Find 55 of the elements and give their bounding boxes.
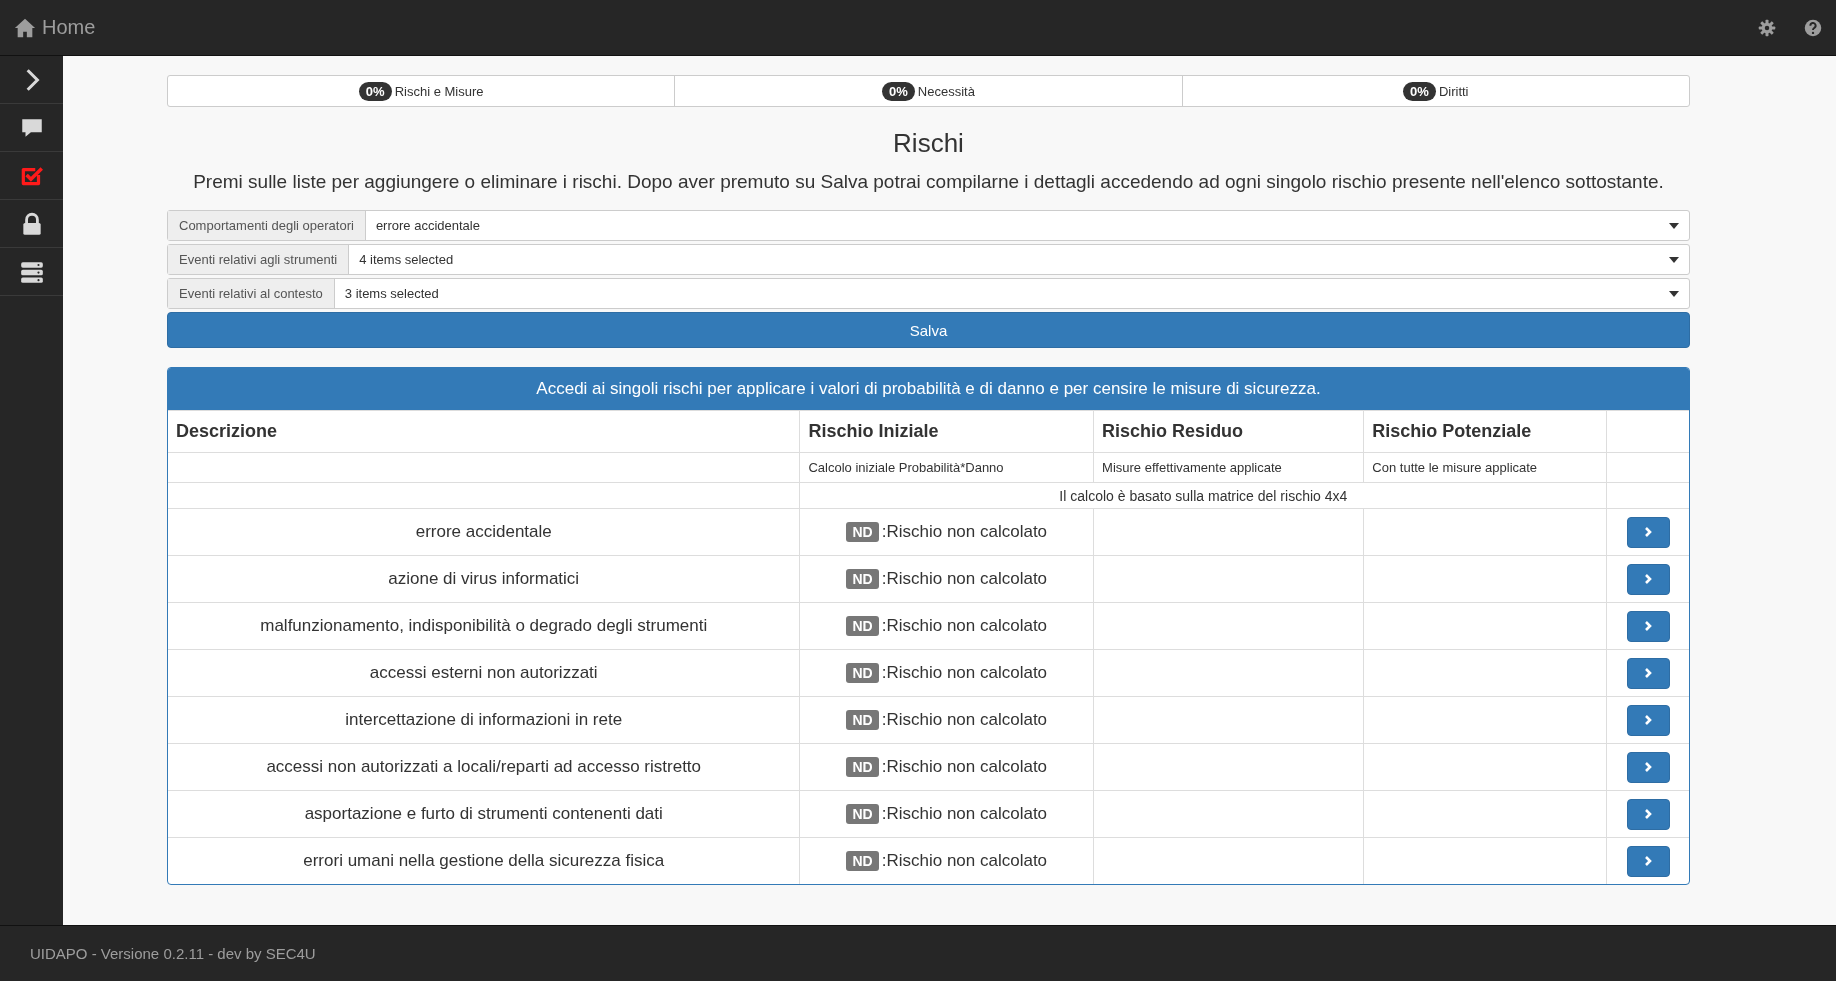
save-button[interactable]: Salva: [167, 312, 1690, 348]
risk-status: :Rischio non calcolato: [881, 710, 1048, 729]
table-cell: azione di virus informatici: [168, 555, 800, 603]
percent-badge: 0%: [1403, 81, 1436, 101]
percent-badge: 0%: [358, 81, 392, 101]
open-button[interactable]: [1626, 563, 1670, 595]
home-link[interactable]: Home: [14, 16, 96, 39]
table-cell: intercettazione di informazioni in rete: [168, 696, 800, 744]
footer-text: UIDAPO - Versione 0.2.11 - dev by SEC4U: [30, 945, 316, 962]
table-cell: errori umani nella gestione della sicurezza fisica: [168, 837, 800, 884]
nd-badge: ND: [846, 757, 879, 777]
panel-heading: Accedi ai singoli rischi per applicare i valori di probabilità e di danno e per censire le misure di sicurezza.: [168, 368, 1689, 410]
percent-badge: 0%: [882, 81, 915, 101]
column-header: Descrizione: [168, 410, 800, 453]
nd-badge: ND: [846, 522, 879, 542]
instructions-text: Premi sulle liste per aggiungere o eliminare i rischi. Dopo aver premuto su Salva potrai compilarne i dettagli accedendo ad ogni singolo rischio presente nell'elenco sottostante.: [192, 171, 1665, 193]
tab-label[interactable]: Rischi e Misure: [394, 83, 484, 99]
nd-badge: ND: [846, 851, 879, 871]
open-button[interactable]: [1626, 610, 1670, 642]
table-cell: asportazione e furto di strumenti contenenti dati: [168, 790, 800, 838]
open-button[interactable]: [1626, 657, 1670, 689]
risk-status: :Rischio non calcolato: [881, 851, 1048, 870]
table-cell: malfunzionamento, indisponibilità o degrado degli strumenti: [168, 602, 800, 650]
open-button[interactable]: [1626, 845, 1670, 877]
column-subheader: Con tutte le misure applicate: [1363, 452, 1607, 483]
risk-status: :Rischio non calcolato: [881, 757, 1048, 776]
tab-label[interactable]: Diritti: [1438, 83, 1469, 99]
tab-label[interactable]: Necessità: [917, 83, 975, 99]
settings-icon[interactable]: [1758, 18, 1776, 37]
table-cell: errore accidentale: [168, 508, 800, 556]
table-cell: accessi esterni non autorizzati: [168, 649, 800, 697]
help-icon[interactable]: [1804, 18, 1822, 37]
risk-status: :Rischio non calcolato: [881, 663, 1048, 682]
risk-status: :Rischio non calcolato: [881, 569, 1048, 588]
open-button[interactable]: [1626, 798, 1670, 830]
nd-badge: ND: [846, 569, 879, 589]
column-header: Rischio Iniziale: [799, 410, 1094, 453]
open-button[interactable]: [1626, 704, 1670, 736]
matrix-note: Il calcolo è basato sulla matrice del rischio 4x4: [799, 482, 1607, 509]
open-button[interactable]: [1626, 751, 1670, 783]
home-icon: [14, 16, 36, 39]
column-subheader: Calcolo iniziale Probabilità*Danno: [799, 452, 1094, 483]
risk-status: :Rischio non calcolato: [881, 616, 1048, 635]
table-cell: accessi non autorizzati a locali/reparti ad accesso ristretto: [168, 743, 800, 791]
risk-status: :Rischio non calcolato: [881, 522, 1048, 541]
column-header: Rischio Potenziale: [1363, 410, 1607, 453]
nd-badge: ND: [846, 710, 879, 730]
nd-badge: ND: [846, 804, 879, 824]
nd-badge: ND: [846, 663, 879, 683]
column-header: Rischio Residuo: [1093, 410, 1364, 453]
risk-status: :Rischio non calcolato: [881, 804, 1048, 823]
page-title: Rischi: [892, 128, 965, 159]
nd-badge: ND: [846, 616, 879, 636]
column-subheader: Misure effettivamente applicate: [1093, 452, 1364, 483]
open-button[interactable]: [1626, 516, 1670, 548]
